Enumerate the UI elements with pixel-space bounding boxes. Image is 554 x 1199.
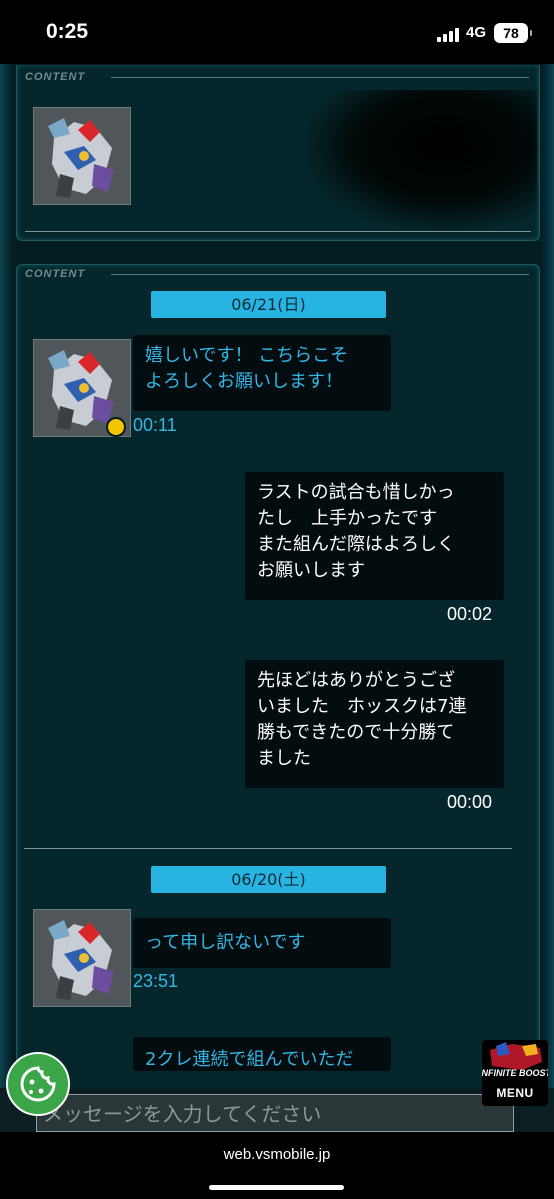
cookie-settings-button[interactable]	[6, 1052, 70, 1116]
status-time: 0:25	[46, 20, 89, 43]
content-line	[111, 77, 529, 78]
cookie-icon	[20, 1066, 56, 1102]
message-bubble-outgoing: 先ほどはありがとうござ いました ホッスクは7連 勝もできたので十分勝て ました	[245, 660, 504, 788]
message-bubble-outgoing: ラストの試合も惜しかっ たし 上手かったです また組んだ際はよろしく お願いしま…	[245, 472, 504, 600]
game-logo-icon: INFINITE BOOST	[479, 1042, 553, 1078]
message-input[interactable]: メッセージを入力してください	[36, 1094, 514, 1132]
message-bubble-incoming: 2クレ連続で組んでいただ	[133, 1037, 391, 1071]
message-bubble-incoming: 嬉しいです！ こちらこそ よろしくお願いします！	[133, 335, 391, 411]
panel-divider	[25, 231, 531, 232]
battery-icon: 78	[494, 23, 532, 43]
message-input-bar: メッセージを入力してください	[0, 1088, 554, 1132]
date-badge: 06/21(日)	[151, 291, 386, 318]
browser-url-bar: web.vsmobile.jp	[0, 1132, 554, 1199]
home-indicator[interactable]	[209, 1185, 344, 1190]
online-status-icon	[106, 417, 126, 437]
avatar[interactable]	[33, 909, 131, 1007]
message-time: 00:02	[447, 604, 493, 624]
network-type: 4G	[466, 24, 487, 41]
content-panel-top: CONTENT	[16, 65, 540, 241]
menu-label: MENU	[496, 1086, 534, 1100]
message-bubble-incoming: って申し訳ないです	[133, 918, 391, 968]
svg-text:INFINITE BOOST: INFINITE BOOST	[482, 1068, 548, 1078]
date-divider	[24, 848, 512, 849]
menu-button[interactable]: INFINITE BOOST MENU	[479, 1040, 553, 1106]
message-time: 23:51	[133, 971, 179, 991]
content-label: CONTENT	[25, 268, 86, 280]
url-text[interactable]: web.vsmobile.jp	[0, 1146, 554, 1163]
content-label: CONTENT	[25, 71, 86, 83]
status-bar: 0:25 4G 78	[0, 0, 554, 64]
message-time: 00:00	[447, 792, 493, 812]
background-art	[307, 90, 537, 230]
avatar[interactable]	[33, 107, 131, 205]
content-line	[111, 274, 529, 275]
signal-icon	[437, 26, 463, 42]
message-time: 00:11	[133, 415, 177, 435]
date-badge: 06/20(土)	[151, 866, 386, 893]
